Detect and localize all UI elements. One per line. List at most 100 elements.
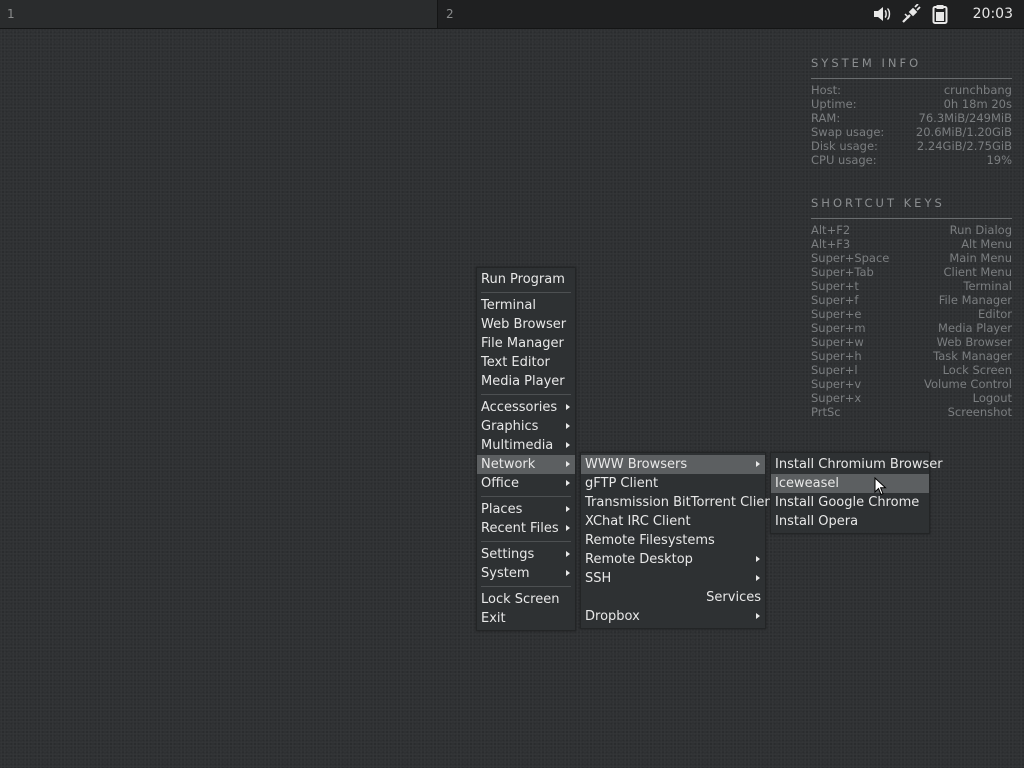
submenu-arrow-icon (566, 461, 570, 467)
info-row: Uptime: 0h 18m 20s (811, 97, 1012, 111)
menu-item-web-browser[interactable]: Web Browser (477, 315, 575, 334)
info-value: 0h 18m 20s (943, 97, 1012, 111)
menu-item-terminal[interactable]: Terminal (477, 296, 575, 315)
menu-item-graphics[interactable]: Graphics (477, 417, 575, 436)
shortcut-row: Super+x Logout (811, 391, 1012, 405)
shortcut-action: Client Menu (943, 265, 1012, 279)
info-value: 2.24GiB/2.75GiB (916, 139, 1012, 153)
clock[interactable]: 20:03 (973, 6, 1013, 22)
menu-item-services[interactable]: Services (581, 588, 765, 607)
shortcut-key: Super+Space (811, 251, 890, 265)
shortcut-row: Alt+F3 Alt Menu (811, 237, 1012, 251)
menu-separator (481, 394, 571, 395)
shortcut-key: Super+h (811, 349, 862, 363)
shortcut-key: PrtSc (811, 405, 841, 419)
menu-item-label: Remote Desktop (585, 552, 693, 567)
network-cable-icon[interactable] (901, 4, 921, 24)
network-submenu: WWW Browsers gFTP Client Transmission Bi… (580, 452, 778, 629)
submenu-arrow-icon (566, 480, 570, 486)
shortcut-action: Media Player (938, 321, 1012, 335)
shortcut-key: Super+x (811, 391, 862, 405)
submenu-arrow-icon (566, 525, 570, 531)
menu-item-run-program[interactable]: Run Program (477, 270, 575, 289)
menu-item-multimedia[interactable]: Multimedia (477, 436, 575, 455)
shortcut-row: Super+v Volume Control (811, 377, 1012, 391)
info-label: RAM: (811, 111, 841, 125)
menu-item-label: Office (481, 476, 519, 491)
menu-item-file-manager[interactable]: File Manager (477, 334, 575, 353)
shortcut-row: Super+Space Main Menu (811, 251, 1012, 265)
workspace-1[interactable]: 1 (0, 0, 438, 28)
menu-item-label: Graphics (481, 419, 539, 434)
menu-separator (481, 292, 571, 293)
menu-item-recent-files[interactable]: Recent Files (477, 519, 575, 538)
shortcut-key: Super+w (811, 335, 864, 349)
menu-item-accessories[interactable]: Accessories (477, 398, 575, 417)
shortcut-action: Terminal (963, 279, 1012, 293)
menu-item-iceweasel[interactable]: Iceweasel (771, 474, 929, 493)
menu-item-dropbox[interactable]: Dropbox (581, 607, 765, 626)
info-row: RAM: 76.3MiB/249MiB (811, 111, 1012, 125)
menu-item-www-browsers[interactable]: WWW Browsers (581, 455, 765, 474)
submenu-arrow-icon (756, 556, 760, 562)
menu-item-places[interactable]: Places (477, 500, 575, 519)
menu-item-ssh[interactable]: SSH (581, 569, 765, 588)
info-value: 19% (986, 153, 1012, 167)
root-menu: Run Program Terminal Web Browser File Ma… (476, 267, 576, 631)
submenu-arrow-icon (756, 613, 760, 619)
menu-item-label: Places (481, 502, 523, 517)
menu-item-transmission[interactable]: Transmission BitTorrent Client (581, 493, 778, 512)
menu-item-lock-screen[interactable]: Lock Screen (477, 590, 575, 609)
info-label: Disk usage: (811, 139, 878, 153)
menu-item-install-chromium[interactable]: Install Chromium Browser (771, 455, 943, 474)
submenu-arrow-icon (566, 506, 570, 512)
menu-item-install-google-chrome[interactable]: Install Google Chrome (771, 493, 929, 512)
menu-item-label: Dropbox (585, 609, 640, 624)
shortcut-key: Super+m (811, 321, 866, 335)
top-panel: 1 2 20:03 (0, 0, 1024, 29)
shortcut-row: Super+e Editor (811, 307, 1012, 321)
menu-item-remote-filesystems[interactable]: Remote Filesystems (581, 531, 765, 550)
menu-item-label: Multimedia (481, 438, 554, 453)
submenu-arrow-icon (756, 575, 760, 581)
shortcut-key: Alt+F3 (811, 237, 851, 251)
shortcut-row: Super+Tab Client Menu (811, 265, 1012, 279)
menu-item-settings[interactable]: Settings (477, 545, 575, 564)
shortcut-action: Web Browser (936, 335, 1012, 349)
menu-item-install-opera[interactable]: Install Opera (771, 512, 929, 531)
menu-item-gftp-client[interactable]: gFTP Client (581, 474, 765, 493)
menu-item-xchat[interactable]: XChat IRC Client (581, 512, 765, 531)
shortcut-action: File Manager (938, 293, 1012, 307)
menu-item-media-player[interactable]: Media Player (477, 372, 575, 391)
info-label: Uptime: (811, 97, 857, 111)
menu-item-network[interactable]: Network (477, 455, 575, 474)
menu-item-office[interactable]: Office (477, 474, 575, 493)
menu-separator (481, 496, 571, 497)
menu-item-text-editor[interactable]: Text Editor (477, 353, 575, 372)
info-value: crunchbang (943, 83, 1012, 97)
info-value: 20.6MiB/1.20GiB (915, 125, 1012, 139)
menu-item-exit[interactable]: Exit (477, 609, 575, 628)
www-browsers-submenu: Install Chromium Browser Iceweasel Insta… (770, 452, 943, 534)
workspace-2[interactable]: 2 (439, 0, 869, 28)
menu-item-system[interactable]: System (477, 564, 575, 583)
menu-item-label: Network (481, 457, 536, 472)
volume-icon[interactable] (872, 4, 892, 24)
info-label: CPU usage: (811, 153, 877, 167)
menu-item-label: SSH (585, 571, 612, 586)
submenu-arrow-icon (566, 570, 570, 576)
shortcut-action: Logout (972, 391, 1012, 405)
submenu-arrow-icon (566, 404, 570, 410)
shortcut-key: Alt+F2 (811, 223, 851, 237)
shortcut-row: Super+t Terminal (811, 279, 1012, 293)
shortcut-keys-title: SHORTCUT KEYS (811, 196, 1012, 219)
shortcut-row: Super+w Web Browser (811, 335, 1012, 349)
info-label: Host: (811, 83, 842, 97)
menu-item-label: WWW Browsers (585, 457, 688, 472)
clipboard-icon[interactable] (930, 4, 950, 24)
submenu-arrow-icon (566, 551, 570, 557)
shortcut-action: Lock Screen (942, 363, 1012, 377)
submenu-arrow-icon (566, 423, 570, 429)
menu-item-label: Settings (481, 547, 535, 562)
menu-item-remote-desktop[interactable]: Remote Desktop (581, 550, 765, 569)
